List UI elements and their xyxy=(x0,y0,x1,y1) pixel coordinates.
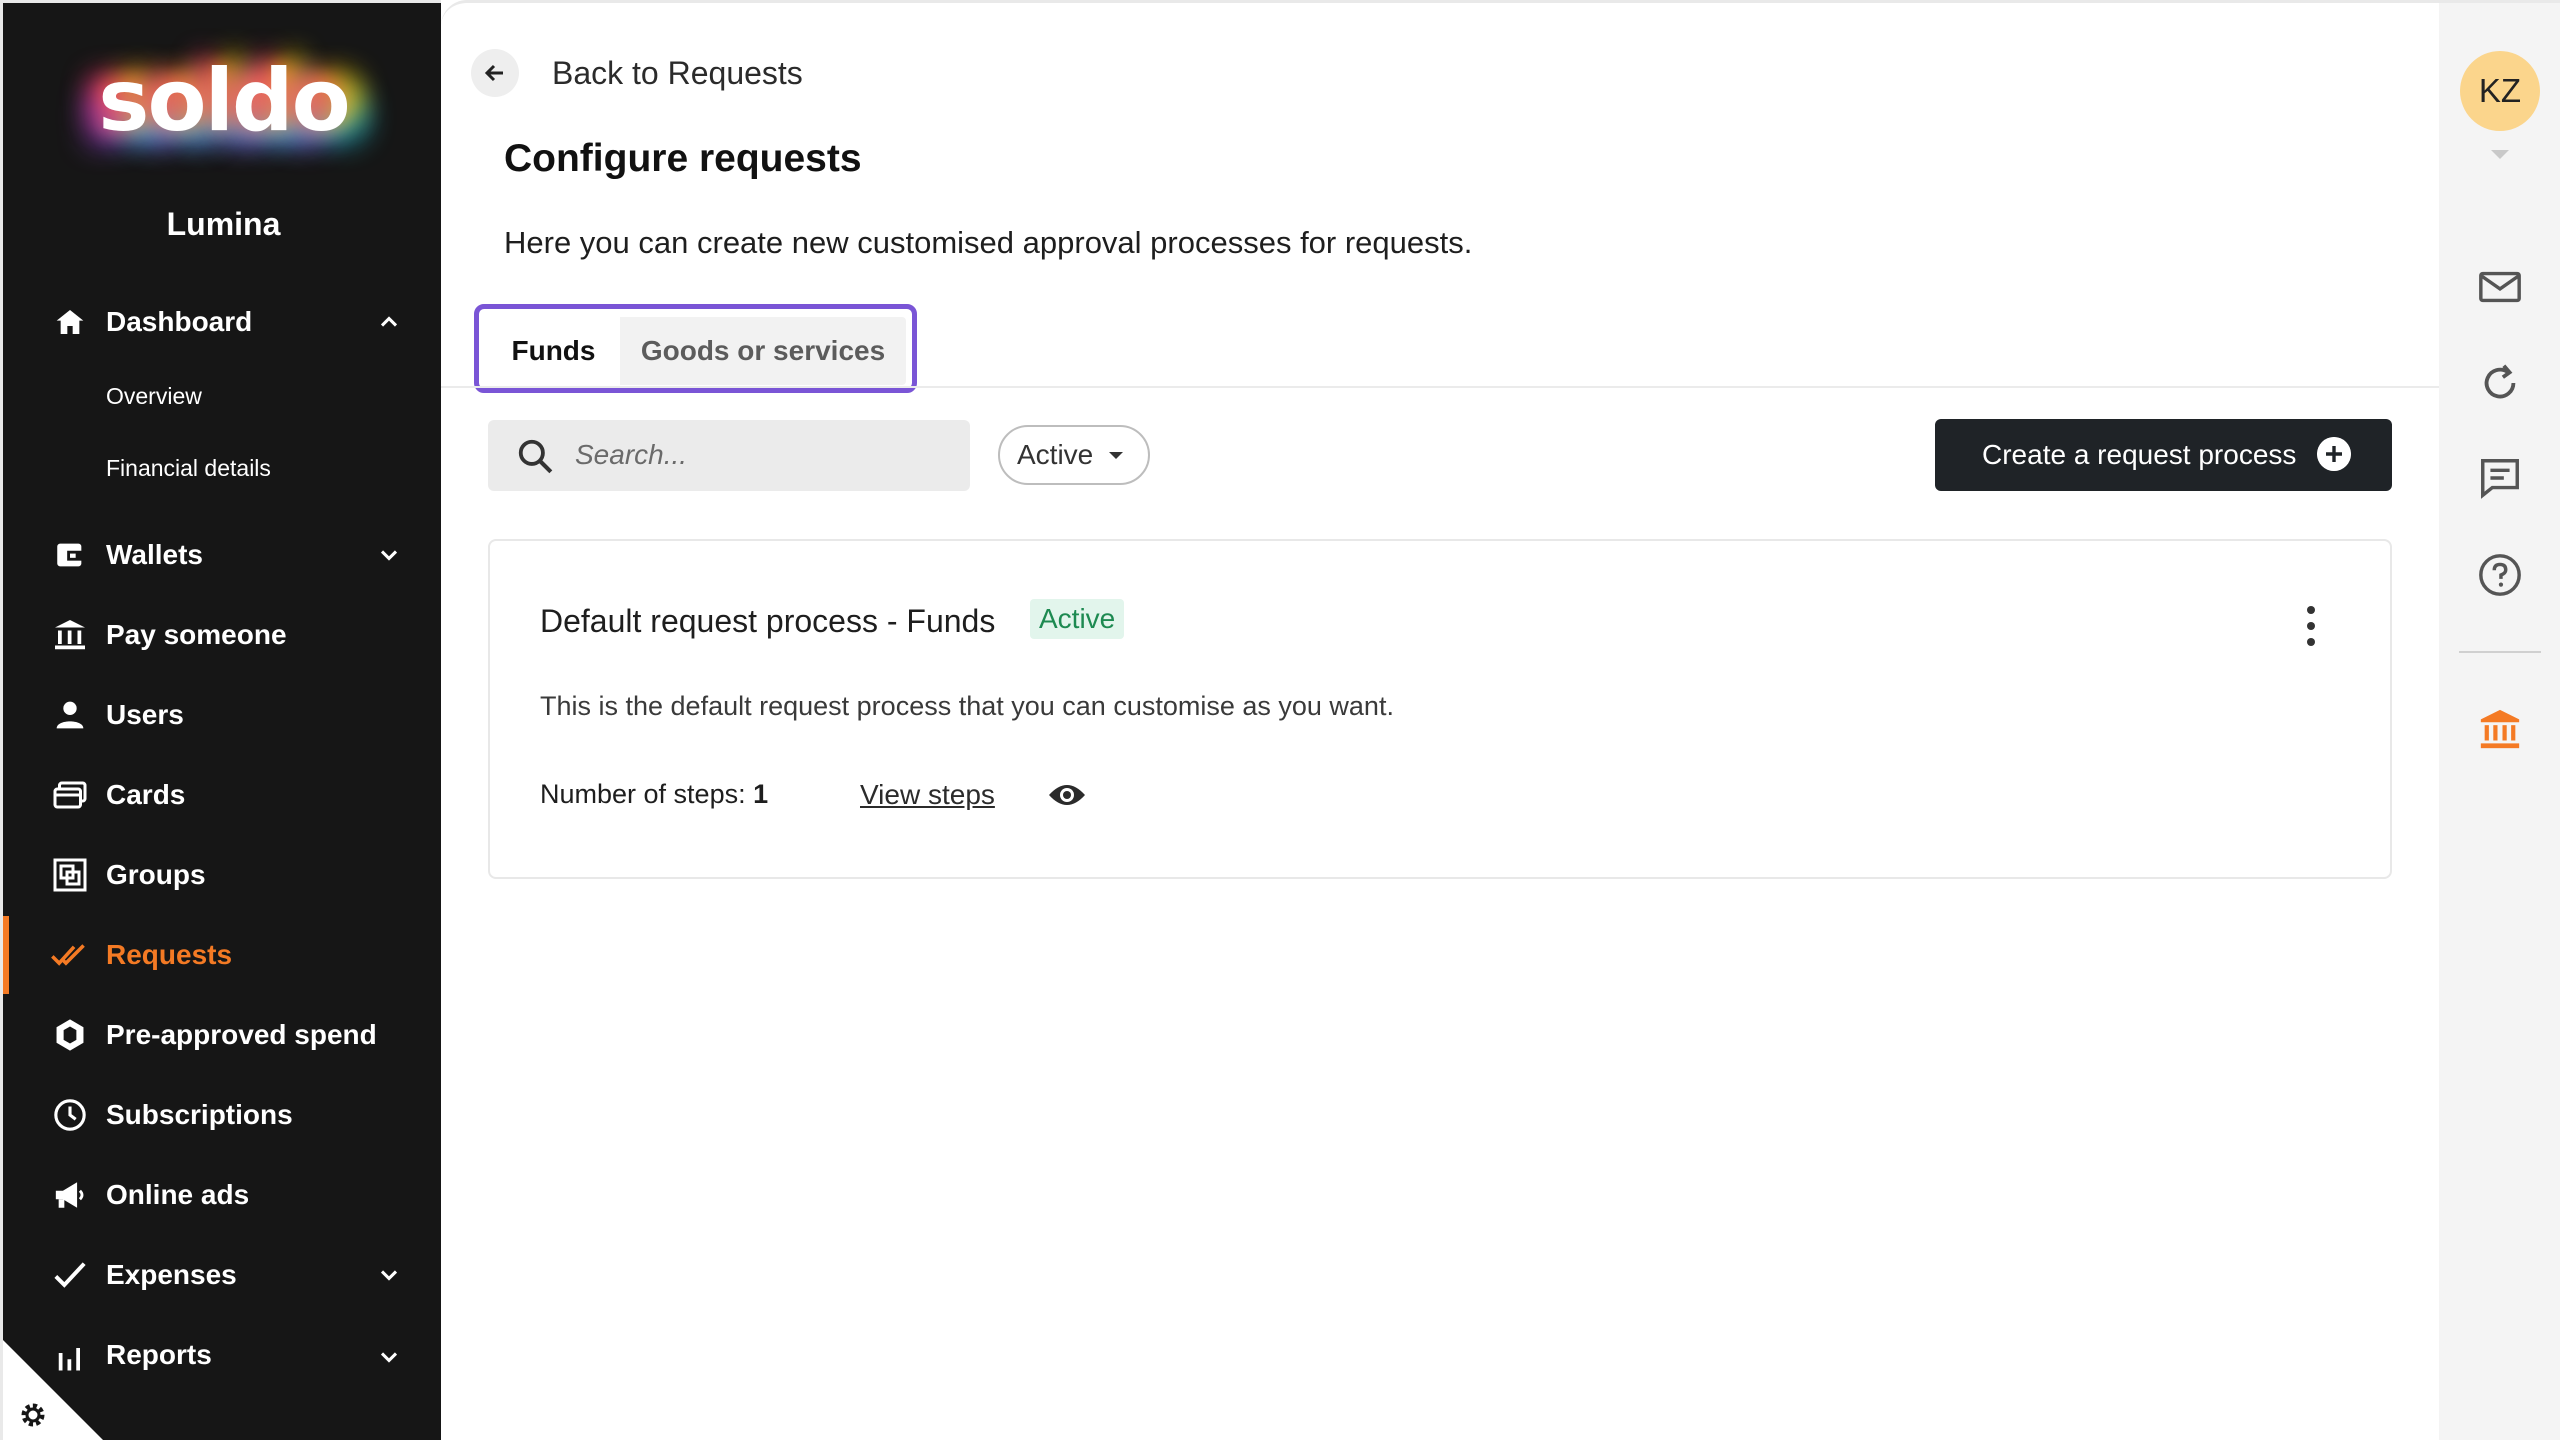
request-type-tabs: Funds Goods or services xyxy=(474,304,917,393)
mail-icon[interactable] xyxy=(2477,264,2523,310)
sidebar-item-label: Wallets xyxy=(106,539,203,570)
tab-funds[interactable]: Funds xyxy=(487,317,620,385)
page-title: Configure requests xyxy=(504,137,862,180)
request-process-card: Default request process - Funds Active T… xyxy=(488,539,2392,879)
search-placeholder: Search... xyxy=(575,439,688,470)
back-link[interactable]: Back to Requests xyxy=(552,55,803,92)
chat-icon[interactable] xyxy=(2477,455,2523,501)
megaphone-icon xyxy=(51,1176,89,1214)
sidebar-item-label: Online ads xyxy=(106,1179,250,1210)
sidebar-item-wallets[interactable]: Wallets xyxy=(3,525,441,585)
sidebar-item-subscriptions[interactable]: Subscriptions xyxy=(3,1085,441,1145)
sidebar-item-label: Subscriptions xyxy=(106,1099,293,1130)
groups-icon xyxy=(51,856,89,894)
user-icon xyxy=(51,696,89,734)
create-button-label: Create a request process xyxy=(1982,439,2297,470)
refresh-icon[interactable] xyxy=(2477,360,2523,406)
sidebar-item-cards[interactable]: Cards xyxy=(3,765,441,825)
arrow-left-icon xyxy=(484,64,503,82)
avatar[interactable]: KZ xyxy=(2460,51,2540,131)
tab-goods-or-services[interactable]: Goods or services xyxy=(620,317,906,385)
sidebar-item-groups[interactable]: Groups xyxy=(3,845,441,905)
org-name: Lumina xyxy=(166,206,281,242)
caret-down-icon xyxy=(1109,452,1123,459)
sidebar-item-label: Cards xyxy=(106,779,186,810)
eye-icon[interactable] xyxy=(1047,777,1087,813)
process-title: Default request process - Funds xyxy=(540,603,996,639)
steps-value: 1 xyxy=(753,779,769,809)
tabs-divider xyxy=(441,386,2439,388)
hexagon-icon xyxy=(51,1016,89,1054)
caret-down-icon[interactable] xyxy=(2491,150,2509,159)
sidebar-item-label: Pay someone xyxy=(106,619,287,650)
sidebar-item-label: Pre-approved spend xyxy=(106,1019,377,1050)
back-button[interactable] xyxy=(471,49,519,97)
sidebar-item-label: Expenses xyxy=(106,1259,237,1290)
logo-text: soldo xyxy=(98,51,350,151)
plus-circle-icon xyxy=(2317,437,2351,471)
search-icon xyxy=(518,439,553,474)
sidebar-item-label: Reports xyxy=(106,1339,212,1370)
chevron-up-icon[interactable] xyxy=(375,308,403,336)
chevron-down-icon[interactable] xyxy=(375,1343,403,1371)
sidebar: soldo Lumina Dashboard Overview Financia… xyxy=(0,0,441,1440)
sidebar-item-label: Dashboard xyxy=(106,306,253,337)
chevron-down-icon[interactable] xyxy=(375,541,403,569)
sidebar-item-pre-approved-spend[interactable]: Pre-approved spend xyxy=(3,1005,441,1065)
cards-icon xyxy=(51,776,89,814)
check-icon xyxy=(51,1256,89,1294)
clock-icon xyxy=(51,1096,89,1134)
right-toolbar: KZ xyxy=(2439,0,2560,1440)
help-icon[interactable] xyxy=(2477,552,2523,598)
main-content: Back to Requests Configure requests Here… xyxy=(441,0,2439,1440)
sidebar-item-dashboard[interactable]: Dashboard xyxy=(3,292,441,352)
sidebar-subitem-financial-details[interactable]: Financial details xyxy=(106,455,271,482)
status-filter-dropdown[interactable]: Active xyxy=(998,425,1150,485)
sidebar-item-requests[interactable]: Requests xyxy=(3,916,441,994)
chevron-down-icon[interactable] xyxy=(375,1261,403,1289)
sidebar-item-label: Users xyxy=(106,699,184,730)
logo[interactable]: soldo xyxy=(3,51,441,151)
wallet-icon xyxy=(51,536,89,574)
view-steps-link[interactable]: View steps xyxy=(860,779,995,811)
double-check-icon xyxy=(51,936,89,974)
sidebar-subitem-overview[interactable]: Overview xyxy=(106,383,202,410)
sidebar-item-expenses[interactable]: Expenses xyxy=(3,1245,441,1305)
sidebar-item-online-ads[interactable]: Online ads xyxy=(3,1165,441,1225)
toolbar-divider xyxy=(2459,651,2541,653)
sidebar-item-users[interactable]: Users xyxy=(3,685,441,745)
sidebar-item-label: Requests xyxy=(106,939,233,970)
process-description: This is the default request process that… xyxy=(540,691,1394,721)
bank-transfer-icon xyxy=(51,616,89,654)
steps-label: Number of steps: xyxy=(540,779,746,809)
settings-corner[interactable] xyxy=(3,1340,103,1440)
sidebar-item-pay-someone[interactable]: Pay someone xyxy=(3,605,441,665)
sidebar-item-label: Groups xyxy=(106,859,206,890)
steps-count: Number of steps: 1 xyxy=(540,779,768,810)
home-icon xyxy=(51,303,89,341)
search-input[interactable]: Search... xyxy=(488,420,970,491)
status-filter-value: Active xyxy=(1017,439,1094,470)
status-badge: Active xyxy=(1030,599,1125,639)
create-request-process-button[interactable]: Create a request process xyxy=(1935,419,2392,491)
more-options-icon[interactable] xyxy=(2296,603,2326,649)
bank-icon[interactable] xyxy=(2477,706,2523,752)
page-description: Here you can create new customised appro… xyxy=(504,225,1473,260)
